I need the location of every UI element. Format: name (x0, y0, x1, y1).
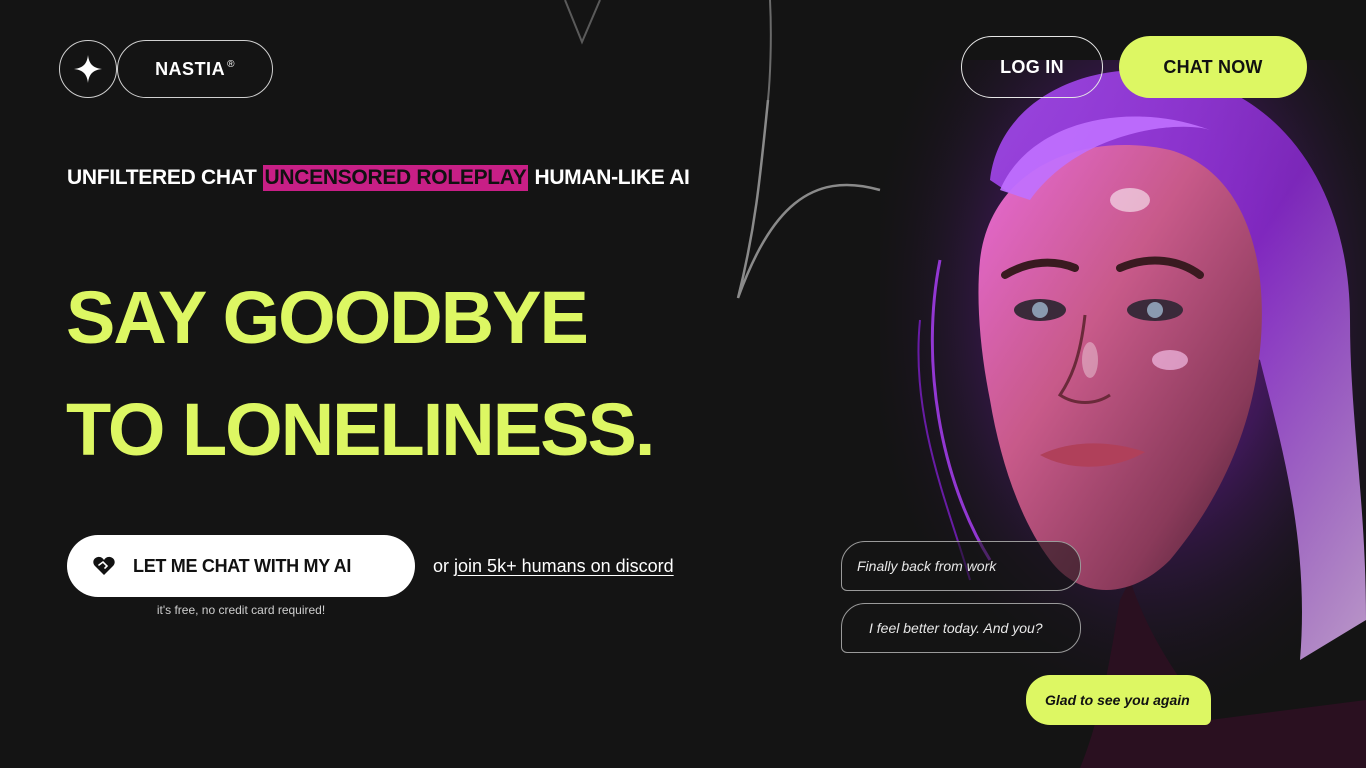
cta-note: it's free, no credit card required! (156, 603, 326, 617)
ai-companion-portrait (880, 60, 1366, 768)
headline-line-1: SAY GOODBYE (66, 276, 589, 359)
chat-bubble-user-2: I feel better today. And you? (841, 603, 1081, 653)
heart-handshake-icon (93, 556, 115, 575)
or-text: or (433, 556, 450, 576)
cta-label: LET ME CHAT WITH MY AI (133, 555, 352, 576)
chat-now-button[interactable]: CHAT NOW (1119, 36, 1307, 98)
landing-page: NASTIA ® LOG IN CHAT NOW UNFILTERED CHAT … (0, 0, 1366, 768)
brand-name: NASTIA (155, 58, 226, 79)
tagline: UNFILTERED CHAT UNCENSORED ROLEPLAY HUMA… (67, 165, 690, 191)
tagline-highlight: UNCENSORED ROLEPLAY (262, 165, 529, 191)
login-button[interactable]: LOG IN (961, 36, 1103, 98)
discord-line: or join 5k+ humans on discord (433, 556, 674, 577)
logo-home-button[interactable] (59, 40, 117, 98)
tagline-part-1: UNFILTERED CHAT (67, 166, 257, 189)
sparkle-icon (74, 55, 102, 83)
chat-bubble-ai-reply: Glad to see you again (1026, 675, 1211, 725)
hero-headline: SAY GOODBYE TO LONELINESS. (66, 262, 655, 486)
chat-bubble-user-1: Finally back from work (841, 541, 1081, 591)
registered-mark: ® (227, 58, 235, 70)
chat-with-ai-button[interactable]: LET ME CHAT WITH MY AI (67, 535, 415, 597)
headline-line-2: TO LONELINESS. (66, 388, 655, 471)
tagline-part-2: HUMAN-LIKE AI (534, 166, 690, 189)
brand-name-button[interactable]: NASTIA ® (117, 40, 273, 98)
discord-link[interactable]: join 5k+ humans on discord (454, 556, 674, 576)
